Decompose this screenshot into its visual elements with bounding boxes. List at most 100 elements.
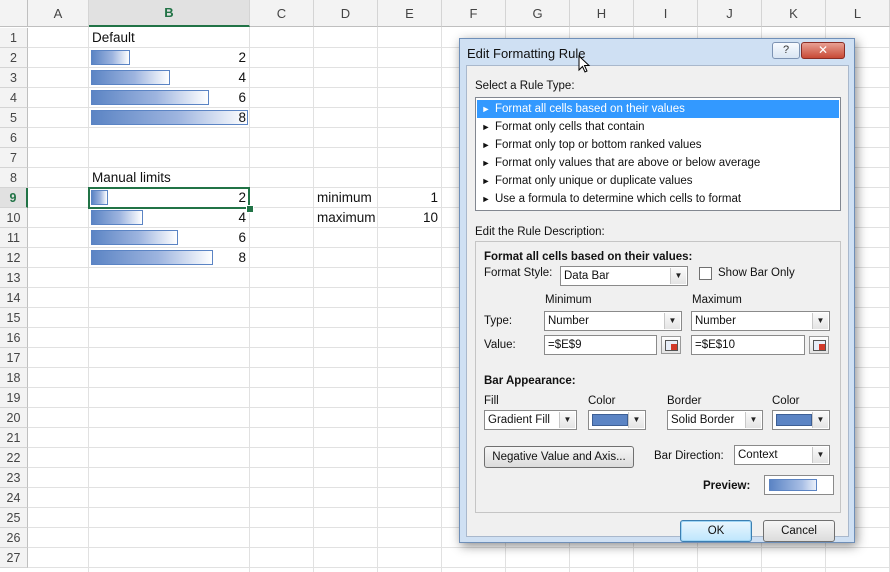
- show-bar-only-label: Show Bar Only: [718, 267, 795, 279]
- format-style-value: Data Bar: [564, 270, 610, 282]
- column-header-d[interactable]: D: [314, 0, 378, 27]
- fill-color-picker[interactable]: ▼: [588, 410, 646, 430]
- fill-color-swatch: [592, 414, 628, 426]
- maximum-value-input[interactable]: =$E$10: [691, 335, 805, 355]
- column-header-b[interactable]: B: [89, 0, 250, 27]
- ok-button[interactable]: OK: [680, 520, 752, 542]
- rule-description-panel: Format all cells based on their values: …: [475, 241, 841, 513]
- row-header-17[interactable]: 17: [0, 348, 28, 368]
- column-header-h[interactable]: H: [570, 0, 634, 27]
- column-header-f[interactable]: F: [442, 0, 506, 27]
- bullet-arrow-icon: ►: [481, 104, 491, 114]
- row-header-6[interactable]: 6: [0, 128, 28, 148]
- row-header-7[interactable]: 7: [0, 148, 28, 168]
- row-header-1[interactable]: 1: [0, 28, 28, 48]
- bar-direction-value: Context: [738, 449, 778, 461]
- row-header-25[interactable]: 25: [0, 508, 28, 528]
- cell-b4[interactable]: 6: [89, 88, 246, 108]
- row-header-14[interactable]: 14: [0, 288, 28, 308]
- help-button[interactable]: ?: [772, 42, 800, 59]
- row-header-27[interactable]: 27: [0, 548, 28, 568]
- rule-type-item[interactable]: ► Use a formula to determine which cells …: [477, 190, 839, 208]
- minimum-type-dropdown[interactable]: Number ▼: [544, 311, 682, 331]
- chevron-down-icon: ▼: [812, 412, 828, 428]
- bullet-arrow-icon: ►: [481, 194, 491, 204]
- row-header-24[interactable]: 24: [0, 488, 28, 508]
- row-header-15[interactable]: 15: [0, 308, 28, 328]
- row-header-9[interactable]: 9: [0, 188, 28, 208]
- cell-b8[interactable]: Manual limits: [92, 168, 171, 188]
- minimum-value-input[interactable]: =$E$9: [544, 335, 657, 355]
- row-header-3[interactable]: 3: [0, 68, 28, 88]
- fill-color-label: Color: [588, 395, 616, 407]
- cell-b11[interactable]: 6: [89, 228, 246, 248]
- rule-type-list[interactable]: ► Format all cells based on their values ►…: [475, 97, 841, 211]
- row-header-10[interactable]: 10: [0, 208, 28, 228]
- rule-type-label: Format only values that are above or bel…: [495, 157, 761, 169]
- row-header-11[interactable]: 11: [0, 228, 28, 248]
- row-header-4[interactable]: 4: [0, 88, 28, 108]
- row-header-19[interactable]: 19: [0, 388, 28, 408]
- row-header-18[interactable]: 18: [0, 368, 28, 388]
- format-style-label: Format Style:: [484, 267, 553, 279]
- fill-handle[interactable]: [246, 205, 254, 213]
- active-cell-b9[interactable]: [88, 187, 250, 209]
- show-bar-only-checkbox[interactable]: [699, 267, 712, 280]
- fill-label: Fill: [484, 395, 499, 407]
- maximum-type-dropdown[interactable]: Number ▼: [691, 311, 830, 331]
- cell-b5[interactable]: 8: [89, 108, 246, 128]
- minimum-type-value: Number: [548, 315, 589, 327]
- cell-d9[interactable]: minimum: [317, 188, 372, 208]
- row-header-12[interactable]: 12: [0, 248, 28, 268]
- row-header-16[interactable]: 16: [0, 328, 28, 348]
- border-color-picker[interactable]: ▼: [772, 410, 830, 430]
- bar-direction-dropdown[interactable]: Context ▼: [734, 445, 830, 465]
- column-header-a[interactable]: A: [28, 0, 89, 27]
- rule-type-item[interactable]: ► Format only unique or duplicate values: [477, 172, 839, 190]
- cancel-button[interactable]: Cancel: [763, 520, 835, 542]
- rule-type-item[interactable]: ► Format only cells that contain: [477, 118, 839, 136]
- cell-b3[interactable]: 4: [89, 68, 246, 88]
- column-header-e[interactable]: E: [378, 0, 442, 27]
- bar-appearance-label: Bar Appearance:: [484, 375, 576, 387]
- cell-e9[interactable]: 1: [378, 188, 438, 208]
- close-button[interactable]: ✕: [801, 42, 845, 59]
- column-header-l[interactable]: L: [826, 0, 890, 27]
- cell-b10[interactable]: 4: [89, 208, 246, 228]
- fill-type-dropdown[interactable]: Gradient Fill ▼: [484, 410, 577, 430]
- select-rule-type-label: Select a Rule Type:: [475, 80, 575, 92]
- row-header-22[interactable]: 22: [0, 448, 28, 468]
- column-header-g[interactable]: G: [506, 0, 570, 27]
- row-header-8[interactable]: 8: [0, 168, 28, 188]
- row-header-5[interactable]: 5: [0, 108, 28, 128]
- row-header-20[interactable]: 20: [0, 408, 28, 428]
- negative-value-axis-button[interactable]: Negative Value and Axis...: [484, 446, 634, 468]
- row-header-21[interactable]: 21: [0, 428, 28, 448]
- rule-type-label: Use a formula to determine which cells t…: [495, 193, 742, 205]
- rule-type-item[interactable]: ► Format only top or bottom ranked values: [477, 136, 839, 154]
- border-type-dropdown[interactable]: Solid Border ▼: [667, 410, 763, 430]
- cell-d10[interactable]: maximum: [317, 208, 376, 228]
- row-header-26[interactable]: 26: [0, 528, 28, 548]
- rule-type-label: Format only unique or duplicate values: [495, 175, 693, 187]
- row-header-23[interactable]: 23: [0, 468, 28, 488]
- row-header-2[interactable]: 2: [0, 48, 28, 68]
- row-header-13[interactable]: 13: [0, 268, 28, 288]
- column-header-k[interactable]: K: [762, 0, 826, 27]
- bullet-arrow-icon: ►: [481, 140, 491, 150]
- cell-b1[interactable]: Default: [92, 28, 135, 48]
- select-all-corner[interactable]: [0, 0, 28, 27]
- minimum-range-picker-icon[interactable]: [661, 336, 681, 354]
- cell-e10[interactable]: 10: [378, 208, 438, 228]
- column-header-c[interactable]: C: [250, 0, 314, 27]
- format-style-dropdown[interactable]: Data Bar ▼: [560, 266, 688, 286]
- preview-bar: [769, 479, 817, 491]
- column-header-j[interactable]: J: [698, 0, 762, 27]
- cell-b2[interactable]: 2: [89, 48, 246, 68]
- rule-type-item[interactable]: ► Format only values that are above or be…: [477, 154, 839, 172]
- column-header-i[interactable]: I: [634, 0, 698, 27]
- rule-type-item[interactable]: ► Format all cells based on their values: [477, 100, 839, 118]
- chevron-down-icon: ▼: [812, 447, 828, 463]
- maximum-range-picker-icon[interactable]: [809, 336, 829, 354]
- cell-b12[interactable]: 8: [89, 248, 246, 268]
